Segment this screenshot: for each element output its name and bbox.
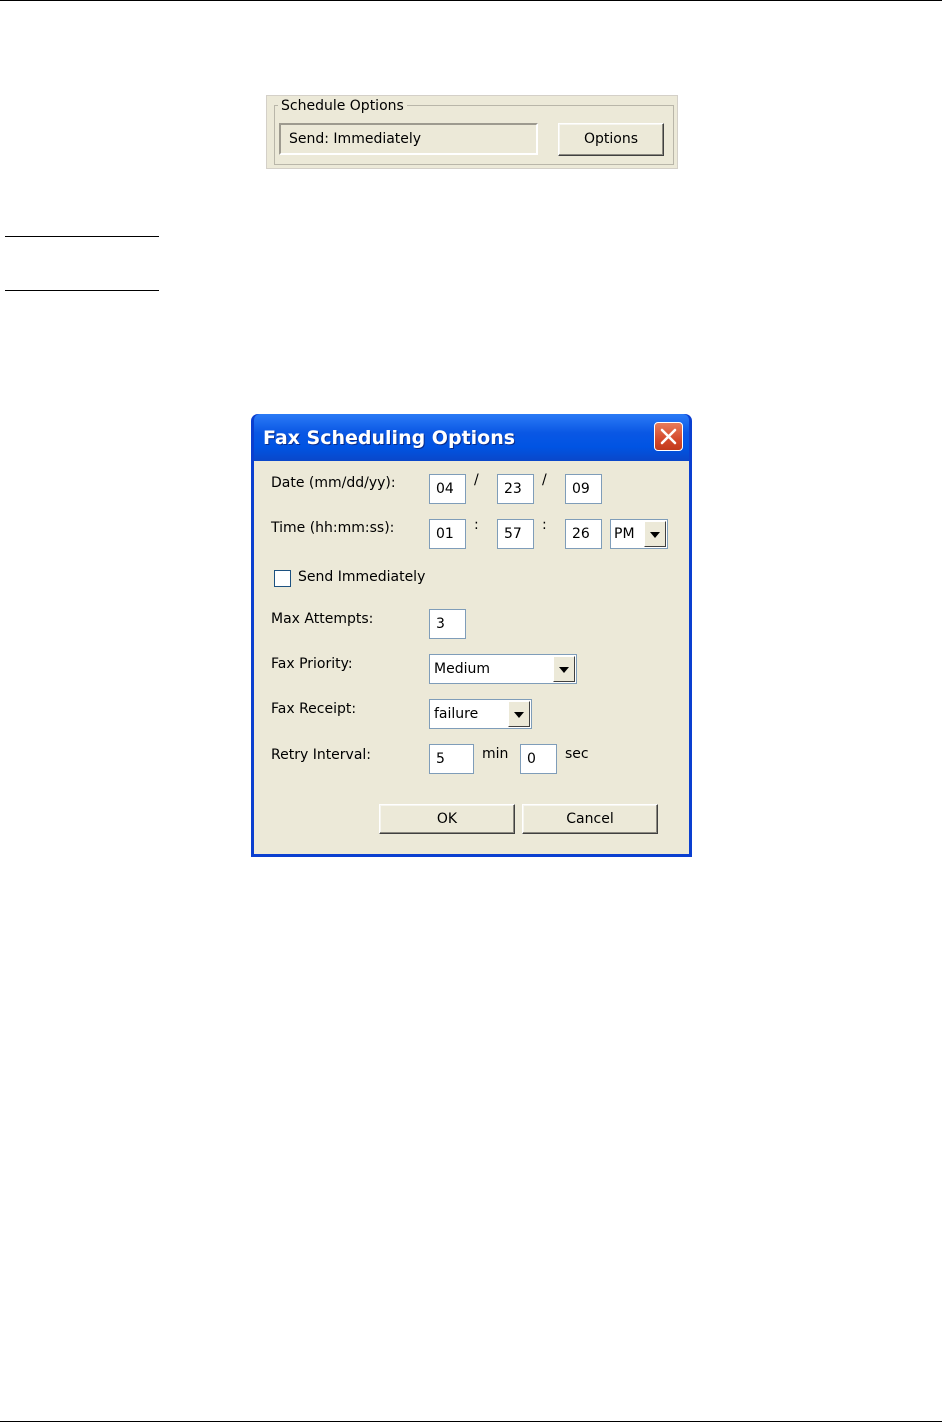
time-minutes-input[interactable]: 57 <box>497 519 534 549</box>
fax-priority-select[interactable]: Medium <box>429 654 577 684</box>
time-seconds-input[interactable]: 26 <box>565 519 602 549</box>
page-top-rule <box>0 0 942 1</box>
retry-minutes-unit: min <box>482 746 509 762</box>
ok-button[interactable]: OK <box>379 804 515 834</box>
date-month-input[interactable]: 04 <box>429 474 466 504</box>
time-hours-input[interactable]: 01 <box>429 519 466 549</box>
date-separator-1: / <box>474 472 479 488</box>
fax-receipt-value: failure <box>434 706 479 722</box>
page-bottom-rule <box>0 1421 942 1422</box>
date-day-input[interactable]: 23 <box>497 474 534 504</box>
cancel-button[interactable]: Cancel <box>522 804 658 834</box>
date-separator-2: / <box>542 472 547 488</box>
options-button[interactable]: Options <box>558 123 664 156</box>
ampm-select[interactable]: PM <box>610 519 668 549</box>
retry-interval-label: Retry Interval: <box>271 747 372 763</box>
retry-minutes-input[interactable]: 5 <box>429 744 474 774</box>
date-label: Date (mm/dd/yy): <box>271 475 396 491</box>
send-immediately-label: Send Immediately <box>298 569 426 585</box>
chevron-down-icon[interactable] <box>508 701 530 727</box>
note-rule-top <box>5 236 159 237</box>
schedule-options-legend: Schedule Options <box>278 98 407 114</box>
fax-scheduling-dialog: Fax Scheduling Options Date (mm/dd/yy): … <box>251 414 692 857</box>
fax-receipt-select[interactable]: failure <box>429 699 532 729</box>
send-immediately-checkbox[interactable] <box>274 570 291 587</box>
ampm-value: PM <box>614 526 635 542</box>
close-button[interactable] <box>654 422 683 451</box>
schedule-options-panel: Schedule Options Send: Immediately Optio… <box>266 95 678 169</box>
fax-priority-value: Medium <box>434 661 490 677</box>
note-rule-bottom <box>5 290 159 291</box>
max-attempts-input[interactable]: 3 <box>429 609 466 639</box>
max-attempts-label: Max Attempts: <box>271 611 374 627</box>
time-label: Time (hh:mm:ss): <box>271 520 395 536</box>
time-separator-2: : <box>542 517 547 533</box>
dialog-body: Date (mm/dd/yy): 04 / 23 / 09 Time (hh:m… <box>254 461 689 854</box>
fax-receipt-label: Fax Receipt: <box>271 701 357 717</box>
time-separator-1: : <box>474 517 479 533</box>
close-icon <box>660 428 677 445</box>
chevron-down-icon[interactable] <box>644 521 666 547</box>
retry-seconds-unit: sec <box>565 746 589 762</box>
dialog-titlebar[interactable]: Fax Scheduling Options <box>254 414 689 461</box>
fax-priority-label: Fax Priority: <box>271 656 353 672</box>
dialog-title: Fax Scheduling Options <box>263 427 516 449</box>
schedule-status-field: Send: Immediately <box>279 123 538 155</box>
date-year-input[interactable]: 09 <box>565 474 602 504</box>
chevron-down-icon[interactable] <box>553 656 575 682</box>
retry-seconds-input[interactable]: 0 <box>520 744 557 774</box>
